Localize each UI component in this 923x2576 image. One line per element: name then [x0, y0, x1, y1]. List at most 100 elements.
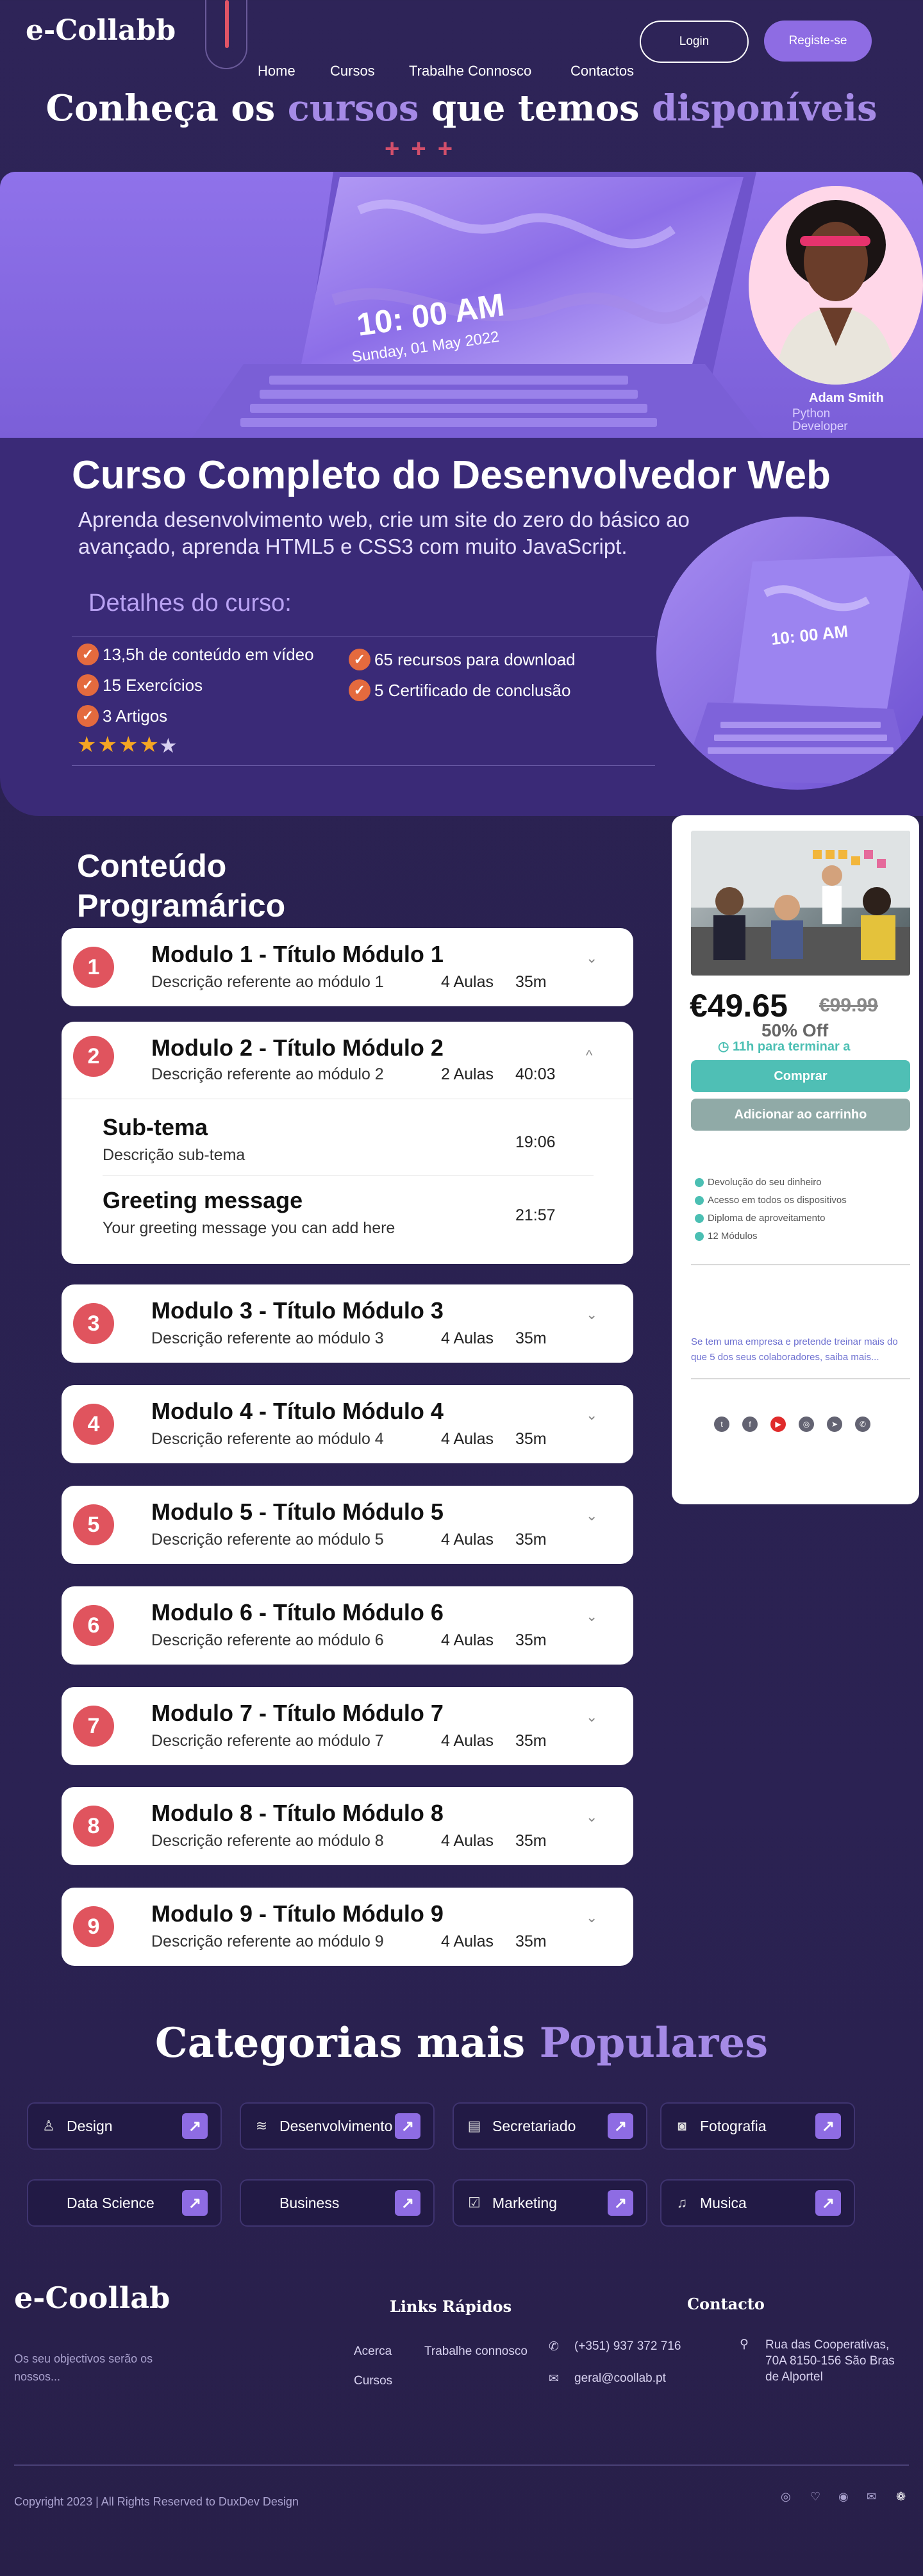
youtube-icon[interactable]: ▶ [770, 1417, 786, 1432]
register-button[interactable]: Registe-se [764, 21, 872, 62]
module-item[interactable]: 3 Modulo 3 - Título Módulo 3 Descrição ref… [62, 1284, 633, 1363]
arrow-up-right-icon[interactable]: ↗ [395, 2113, 420, 2139]
chevron-down-icon[interactable]: ⌄ [586, 1809, 597, 1825]
course-title: Curso Completo do Desenvolvedor Web [72, 453, 831, 497]
twitter-icon[interactable]: t [714, 1417, 729, 1432]
refund-icon [695, 1177, 704, 1187]
add-to-cart-button[interactable]: Adicionar ao carrinho [691, 1099, 910, 1131]
telegram-icon[interactable]: ➤ [827, 1417, 842, 1432]
instructor-avatar [749, 186, 923, 385]
category-data-science[interactable]: Data Science ↗ [27, 2179, 222, 2227]
module-item[interactable]: 1 Modulo 1 - Título Módulo 1 Descrição ref… [62, 928, 633, 1006]
category-design[interactable]: ♙ Design ↗ [27, 2102, 222, 2150]
site-logo[interactable]: e-Collabb [26, 14, 176, 47]
offer-timer-text: 11h para terminar a [733, 1040, 851, 1054]
chevron-down-icon[interactable]: ⌄ [586, 1407, 597, 1424]
arrow-up-right-icon[interactable]: ↗ [608, 2190, 633, 2216]
chevron-down-icon[interactable]: ⌄ [586, 1508, 597, 1524]
module-title: Modulo 4 - Título Módulo 4 [151, 1398, 444, 1424]
feature-label: 13,5h de conteúdo em vídeo [103, 644, 314, 664]
module-item[interactable]: 5 Modulo 5 - Título Módulo 5 Descrição ref… [62, 1486, 633, 1564]
footer-email[interactable]: geral@coollab.pt [574, 2372, 666, 2386]
subtopic-description: Descrição sub-tema [103, 1146, 245, 1164]
arrow-up-right-icon[interactable]: ↗ [608, 2113, 633, 2139]
module-number: 1 [73, 947, 114, 988]
buy-button[interactable]: Comprar [691, 1060, 910, 1092]
arrow-up-right-icon[interactable]: ↗ [182, 2190, 208, 2216]
copyright: Copyright 2023 | All Rights Reserved to … [14, 2495, 299, 2508]
detail-label: 12 Módulos [708, 1231, 758, 1242]
arrow-up-right-icon[interactable]: ↗ [395, 2190, 420, 2216]
quick-links-heading: Links Rápidos [390, 2297, 512, 2316]
feature-video: ✓ 13,5h de conteúdo em vídeo [77, 644, 314, 665]
footer-logo[interactable]: e-Coollab [14, 2281, 170, 2315]
modules-icon [695, 1231, 704, 1241]
category-desenvolvimento[interactable]: ≋ Desenvolvimento ↗ [240, 2102, 435, 2150]
nav-contactos[interactable]: Contactos [570, 63, 634, 79]
categories-heading-highlight: Populares [539, 2019, 769, 2067]
offer-timer: ◷ 11h para terminar a [718, 1038, 850, 1054]
team-training-link[interactable]: Se tem uma empresa e pretende treinar ma… [691, 1334, 902, 1365]
subtopic-duration: 21:57 [515, 1206, 556, 1224]
category-fotografia[interactable]: ◙ Fotografia ↗ [660, 2102, 855, 2150]
module-item[interactable]: 4 Modulo 4 - Título Módulo 4 Descrição ref… [62, 1385, 633, 1463]
feature-articles: ✓ 3 Artigos [77, 705, 167, 727]
module-item[interactable]: 2 Modulo 2 - Título Módulo 2 Descrição ref… [62, 1022, 633, 1264]
footer-dribbble-icon[interactable]: ❁ [896, 2490, 906, 2504]
footer-youtube-icon[interactable]: ◉ [838, 2490, 849, 2504]
category-icon: ☑ [468, 2195, 481, 2211]
module-description: Descrição referente ao módulo 5 [151, 1531, 384, 1549]
footer-instagram-icon[interactable]: ◎ [781, 2490, 791, 2504]
module-lessons: 4 Aulas [441, 1832, 494, 1850]
instagram-icon[interactable]: ◎ [799, 1417, 814, 1432]
footer-twitter-icon[interactable]: ♡ [810, 2490, 820, 2504]
module-item[interactable]: 8 Modulo 8 - Título Módulo 8 Descrição ref… [62, 1787, 633, 1865]
subtopic-title: Greeting message [103, 1187, 303, 1213]
module-item[interactable]: 7 Modulo 7 - Título Módulo 7 Descrição ref… [62, 1687, 633, 1765]
arrow-up-right-icon[interactable]: ↗ [182, 2113, 208, 2139]
category-secretariado[interactable]: ▤ Secretariado ↗ [453, 2102, 647, 2150]
category-musica[interactable]: ♫ Musica ↗ [660, 2179, 855, 2227]
feature-certificate: ✓ 5 Certificado de conclusão [349, 679, 570, 701]
nav-home[interactable]: Home [258, 63, 295, 79]
module-title: Modulo 3 - Título Módulo 3 [151, 1297, 444, 1324]
module-description: Descrição referente ao módulo 1 [151, 973, 384, 991]
login-button[interactable]: Login [640, 21, 749, 63]
module-lessons: 4 Aulas [441, 1430, 494, 1448]
module-number: 5 [73, 1504, 114, 1545]
diploma-icon [695, 1213, 704, 1223]
nav-trabalhe-connosco[interactable]: Trabalhe Connosco [409, 63, 531, 79]
module-duration: 40:03 [515, 1065, 556, 1083]
chevron-up-icon[interactable]: ^ [586, 1047, 592, 1064]
chevron-down-icon[interactable]: ⌄ [586, 950, 597, 967]
footer-link-cursos[interactable]: Cursos [354, 2374, 392, 2388]
category-label: Desenvolvimento [279, 2118, 393, 2134]
module-item[interactable]: 6 Modulo 6 - Título Módulo 6 Descrição ref… [62, 1586, 633, 1665]
facebook-icon[interactable]: f [742, 1417, 758, 1432]
device-icon [695, 1195, 704, 1205]
chevron-down-icon[interactable]: ⌄ [586, 1709, 597, 1725]
chevron-down-icon[interactable]: ⌄ [586, 1306, 597, 1323]
page-headline: Conheça os cursos que temos disponíveis [0, 87, 923, 129]
arrow-up-right-icon[interactable]: ↗ [815, 2190, 841, 2216]
category-business[interactable]: Business ↗ [240, 2179, 435, 2227]
category-marketing[interactable]: ☑ Marketing ↗ [453, 2179, 647, 2227]
share-heading: Compartilhe este curso [697, 1390, 904, 1410]
chevron-down-icon[interactable]: ⌄ [586, 1909, 597, 1926]
arrow-up-right-icon[interactable]: ↗ [815, 2113, 841, 2139]
detail-refund: Devolução do seu dinheiro [695, 1177, 822, 1188]
whatsapp-icon[interactable]: ✆ [855, 1417, 870, 1432]
nav-cursos[interactable]: Cursos [330, 63, 375, 79]
footer-email-icon[interactable]: ✉ [867, 2490, 876, 2504]
module-item[interactable]: 9 Modulo 9 - Título Módulo 9 Descrição ref… [62, 1888, 633, 1966]
chevron-down-icon[interactable]: ⌄ [586, 1608, 597, 1625]
category-label: Data Science [67, 2195, 154, 2211]
module-duration: 35m [515, 1631, 547, 1649]
footer-link-trabalhe[interactable]: Trabalhe connosco [424, 2345, 528, 2359]
footer-phone[interactable]: (+351) 937 372 716 [574, 2339, 681, 2354]
category-icon: ◙ [678, 2118, 686, 2134]
category-icon: ♫ [676, 2195, 688, 2211]
footer-link-acerca[interactable]: Acerca [354, 2345, 392, 2359]
module-title: Modulo 7 - Título Módulo 7 [151, 1700, 444, 1726]
headline-highlight: cursos [287, 87, 419, 129]
